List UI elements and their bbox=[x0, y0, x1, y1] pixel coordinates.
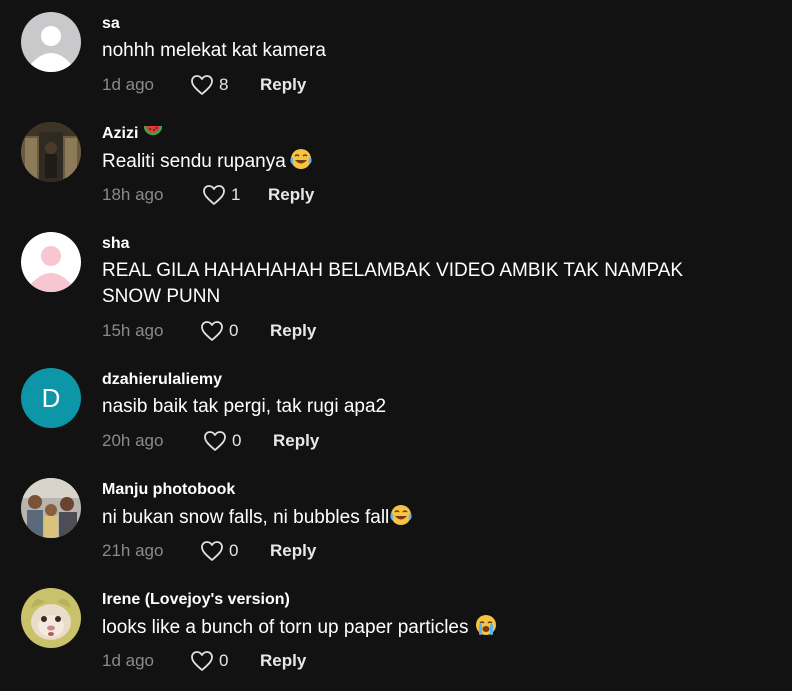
reply-button[interactable]: Reply bbox=[273, 429, 319, 453]
comment-timestamp: 21h ago bbox=[102, 541, 164, 560]
crying-emoji-icon bbox=[475, 614, 497, 644]
comment-item: D dzahierulaliemy nasib baik tak pergi, … bbox=[0, 356, 792, 466]
comment-timestamp: 1d ago bbox=[102, 651, 154, 670]
heart-icon bbox=[201, 541, 223, 561]
laughing-tears-emoji-icon bbox=[390, 504, 412, 534]
like-count: 0 bbox=[229, 541, 239, 560]
watermelon-icon bbox=[144, 124, 163, 146]
letter-avatar[interactable]: D bbox=[21, 368, 81, 428]
comment-item: Manju photobook ni bukan snow falls, ni … bbox=[0, 466, 792, 576]
reply-button[interactable]: Reply bbox=[270, 319, 316, 343]
cat-photo-avatar-icon[interactable] bbox=[21, 588, 81, 648]
comment-text: nasib baik tak pergi, tak rugi apa2 bbox=[102, 396, 387, 417]
comment-text-content: ni bukan snow falls, ni bubbles fall bbox=[102, 507, 390, 528]
like-button[interactable]: 0 bbox=[200, 539, 238, 563]
like-button[interactable]: 8 bbox=[190, 73, 228, 97]
comment-text-content: looks like a bunch of torn up paper part… bbox=[102, 617, 469, 638]
comment-item: Irene (Lovejoy's version) looks like a b… bbox=[0, 576, 792, 691]
comment-timestamp: 20h ago bbox=[102, 431, 164, 450]
comment-text: looks like a bunch of torn up paper part… bbox=[102, 614, 742, 644]
comment-item: sa nohhh melekat kat kamera 1d ago 8 Rep… bbox=[0, 0, 792, 110]
like-button[interactable]: 0 bbox=[203, 429, 241, 453]
like-count: 0 bbox=[219, 651, 229, 670]
default-avatar-icon[interactable] bbox=[21, 12, 81, 72]
comment-username[interactable]: sa bbox=[102, 14, 120, 34]
comment-text: REAL GILA HAHAHAHAH BELAMBAK VIDEO AMBIK… bbox=[102, 260, 684, 307]
comment-username[interactable]: dzahierulaliemy bbox=[102, 370, 222, 390]
comment-username[interactable]: Manju photobook bbox=[102, 480, 235, 500]
heart-icon bbox=[191, 75, 213, 95]
comment-username[interactable]: Irene (Lovejoy's version) bbox=[102, 590, 290, 610]
reply-button[interactable]: Reply bbox=[260, 73, 306, 97]
reply-button[interactable]: Reply bbox=[268, 183, 314, 207]
like-button[interactable]: 1 bbox=[202, 183, 240, 207]
like-count: 0 bbox=[229, 321, 239, 340]
avatar-letter: D bbox=[41, 382, 61, 413]
comment-text: ni bukan snow falls, ni bubbles fall bbox=[102, 504, 742, 534]
reply-button[interactable]: Reply bbox=[270, 539, 316, 563]
comment-item: sha REAL GILA HAHAHAHAH BELAMBAK VIDEO A… bbox=[0, 220, 792, 356]
comment-timestamp: 18h ago bbox=[102, 185, 164, 204]
comment-item: Azizi Realiti sendu rupanya 18h ago 1 Re… bbox=[0, 110, 792, 220]
heart-icon bbox=[191, 651, 213, 671]
heart-icon bbox=[201, 321, 223, 341]
like-count: 0 bbox=[232, 431, 242, 450]
like-button[interactable]: 0 bbox=[190, 649, 228, 673]
like-count: 8 bbox=[219, 75, 229, 94]
like-button[interactable]: 0 bbox=[200, 319, 238, 343]
pink-default-avatar-icon[interactable] bbox=[21, 232, 81, 292]
comment-timestamp: 15h ago bbox=[102, 321, 164, 340]
comment-text-content: Realiti sendu rupanya bbox=[102, 151, 286, 172]
comment-text: Realiti sendu rupanya bbox=[102, 148, 742, 178]
comment-username[interactable]: Azizi bbox=[102, 124, 163, 146]
photo-avatar-icon[interactable] bbox=[21, 478, 81, 538]
username-label: Azizi bbox=[102, 125, 139, 142]
comment-timestamp: 1d ago bbox=[102, 75, 154, 94]
laughing-tears-emoji-icon bbox=[290, 148, 312, 178]
like-count: 1 bbox=[231, 185, 241, 204]
comment-text: nohhh melekat kat kamera bbox=[102, 40, 326, 61]
comment-username[interactable]: sha bbox=[102, 234, 130, 254]
photo-avatar-icon[interactable] bbox=[21, 122, 81, 182]
reply-button[interactable]: Reply bbox=[260, 649, 306, 673]
heart-icon bbox=[203, 185, 225, 205]
heart-icon bbox=[204, 431, 226, 451]
